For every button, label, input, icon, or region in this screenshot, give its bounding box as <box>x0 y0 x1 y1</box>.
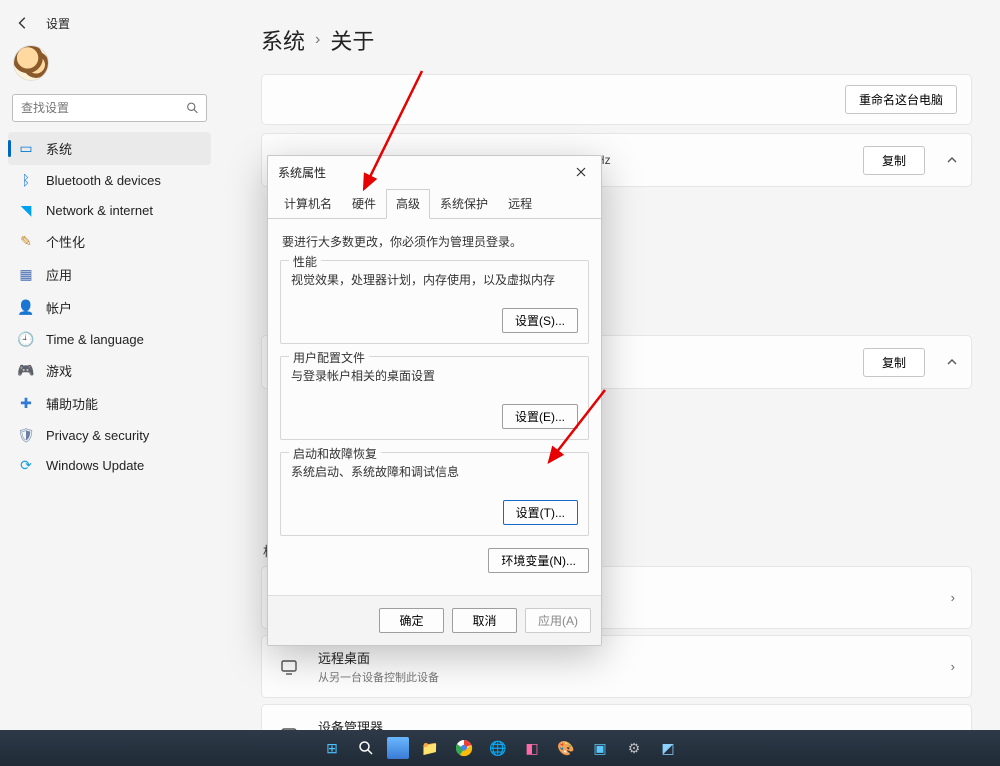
tab-system-protection[interactable]: 系统保护 <box>430 189 498 219</box>
profile-settings-button[interactable]: 设置(E)... <box>502 404 578 429</box>
person-icon: 👤 <box>18 300 34 316</box>
breadcrumb: 系统 › 关于 <box>261 24 972 56</box>
performance-settings-button[interactable]: 设置(S)... <box>502 308 578 333</box>
copy-button[interactable]: 复制 <box>863 146 925 175</box>
app-icon-1[interactable]: ◧ <box>519 735 545 761</box>
env-variables-button[interactable]: 环境变量(N)... <box>488 548 589 573</box>
startup-settings-button[interactable]: 设置(T)... <box>503 500 578 525</box>
explorer-icon[interactable]: 📁 <box>417 735 443 761</box>
tab-computer-name[interactable]: 计算机名 <box>274 189 342 219</box>
performance-legend: 性能 <box>289 253 321 270</box>
sidebar-item-accounts[interactable]: 👤 帐户 <box>8 291 211 324</box>
close-button[interactable] <box>567 161 595 183</box>
rename-card: 重命名这台电脑 <box>261 74 972 125</box>
link-desc: 从另一台设备控制此设备 <box>318 669 439 685</box>
app-icon-2[interactable]: 🎨 <box>553 735 579 761</box>
browser-icon[interactable]: 🌐 <box>485 735 511 761</box>
sidebar-item-label: Windows Update <box>46 458 144 473</box>
ok-button[interactable]: 确定 <box>379 608 444 633</box>
breadcrumb-root[interactable]: 系统 <box>261 24 305 56</box>
tab-remote[interactable]: 远程 <box>498 189 542 219</box>
dialog-tabs: 计算机名 硬件 高级 系统保护 远程 <box>268 188 601 219</box>
start-button[interactable]: ⊞ <box>319 735 345 761</box>
update-icon: ⟳ <box>18 457 34 473</box>
sidebar-item-label: Time & language <box>46 332 144 347</box>
sidebar-item-label: Privacy & security <box>46 428 149 443</box>
sidebar-item-apps[interactable]: ▦ 应用 <box>8 258 211 291</box>
user-avatar[interactable] <box>14 46 48 80</box>
sidebar-item-gaming[interactable]: 🎮 游戏 <box>8 354 211 387</box>
link-title: 远程桌面 <box>318 648 439 667</box>
sidebar-item-label: 应用 <box>46 265 72 284</box>
performance-section: 性能 视觉效果，处理器计划，内存使用，以及虚拟内存 设置(S)... <box>280 260 589 344</box>
sidebar-item-label: 个性化 <box>46 232 85 251</box>
copy-button-2[interactable]: 复制 <box>863 348 925 377</box>
display-icon: ▭ <box>18 141 34 157</box>
sidebar-item-label: 系统 <box>46 139 72 158</box>
sidebar-item-update[interactable]: ⟳ Windows Update <box>8 450 211 480</box>
tab-advanced[interactable]: 高级 <box>386 189 430 219</box>
rename-pc-button[interactable]: 重命名这台电脑 <box>845 85 957 114</box>
startup-legend: 启动和故障恢复 <box>289 445 381 462</box>
back-button[interactable] <box>14 14 32 32</box>
dialog-title: 系统属性 <box>278 164 326 181</box>
sidebar-nav: ▭ 系统 ᛒ Bluetooth & devices ◥ Network & inte… <box>8 132 211 480</box>
sidebar-item-label: 帐户 <box>46 298 72 317</box>
chevron-right-icon: › <box>951 590 955 605</box>
sidebar-item-system[interactable]: ▭ 系统 <box>8 132 211 165</box>
search-icon <box>186 102 199 115</box>
search-taskbar-icon[interactable] <box>353 735 379 761</box>
paint-icon: ✎ <box>18 234 34 250</box>
profile-desc: 与登录帐户相关的桌面设置 <box>291 367 578 384</box>
chrome-icon[interactable] <box>451 735 477 761</box>
wifi-icon: ◥ <box>18 202 34 218</box>
cancel-button[interactable]: 取消 <box>452 608 517 633</box>
sidebar-item-label: Bluetooth & devices <box>46 173 161 188</box>
app-title: 设置 <box>46 15 70 32</box>
profile-legend: 用户配置文件 <box>289 349 369 366</box>
profile-section: 用户配置文件 与登录帐户相关的桌面设置 设置(E)... <box>280 356 589 440</box>
task-view-icon[interactable] <box>387 737 409 759</box>
settings-taskbar-icon[interactable]: ⚙ <box>621 735 647 761</box>
gamepad-icon: 🎮 <box>18 363 34 379</box>
bluetooth-icon: ᛒ <box>18 172 34 188</box>
accessibility-icon: ✚ <box>18 396 34 412</box>
chevron-right-icon: › <box>951 659 955 674</box>
apply-button[interactable]: 应用(A) <box>525 608 591 633</box>
search-input[interactable] <box>12 94 207 122</box>
chevron-up-icon[interactable] <box>937 347 967 377</box>
sidebar-item-network[interactable]: ◥ Network & internet <box>8 195 211 225</box>
performance-desc: 视觉效果，处理器计划，内存使用，以及虚拟内存 <box>291 271 578 288</box>
chevron-right-icon: › <box>315 31 320 49</box>
system-properties-dialog: 系统属性 计算机名 硬件 高级 系统保护 远程 要进行大多数更改，你必须作为管理… <box>267 155 602 646</box>
sidebar-item-privacy[interactable]: 🛡 Privacy & security <box>8 420 211 450</box>
sidebar-item-label: 辅助功能 <box>46 394 98 413</box>
admin-note: 要进行大多数更改，你必须作为管理员登录。 <box>280 231 589 260</box>
chevron-up-icon[interactable] <box>937 145 967 175</box>
clock-icon: 🕘 <box>18 331 34 347</box>
sidebar-item-accessibility[interactable]: ✚ 辅助功能 <box>8 387 211 420</box>
app-icon-3[interactable]: ◩ <box>655 735 681 761</box>
taskbar: ⊞ 📁 🌐 ◧ 🎨 ▣ ⚙ ◩ <box>0 730 1000 766</box>
sidebar-item-label: 游戏 <box>46 361 72 380</box>
breadcrumb-current: 关于 <box>330 24 374 56</box>
apps-icon: ▦ <box>18 267 34 283</box>
shield-icon: 🛡 <box>18 427 34 443</box>
startup-section: 启动和故障恢复 系统启动、系统故障和调试信息 设置(T)... <box>280 452 589 536</box>
tab-hardware[interactable]: 硬件 <box>342 189 386 219</box>
photos-icon[interactable]: ▣ <box>587 735 613 761</box>
sidebar-item-personalization[interactable]: ✎ 个性化 <box>8 225 211 258</box>
startup-desc: 系统启动、系统故障和调试信息 <box>291 463 578 480</box>
sidebar-item-label: Network & internet <box>46 203 153 218</box>
sidebar-item-time[interactable]: 🕘 Time & language <box>8 324 211 354</box>
remote-icon <box>278 656 300 678</box>
sidebar-item-bluetooth[interactable]: ᛒ Bluetooth & devices <box>8 165 211 195</box>
